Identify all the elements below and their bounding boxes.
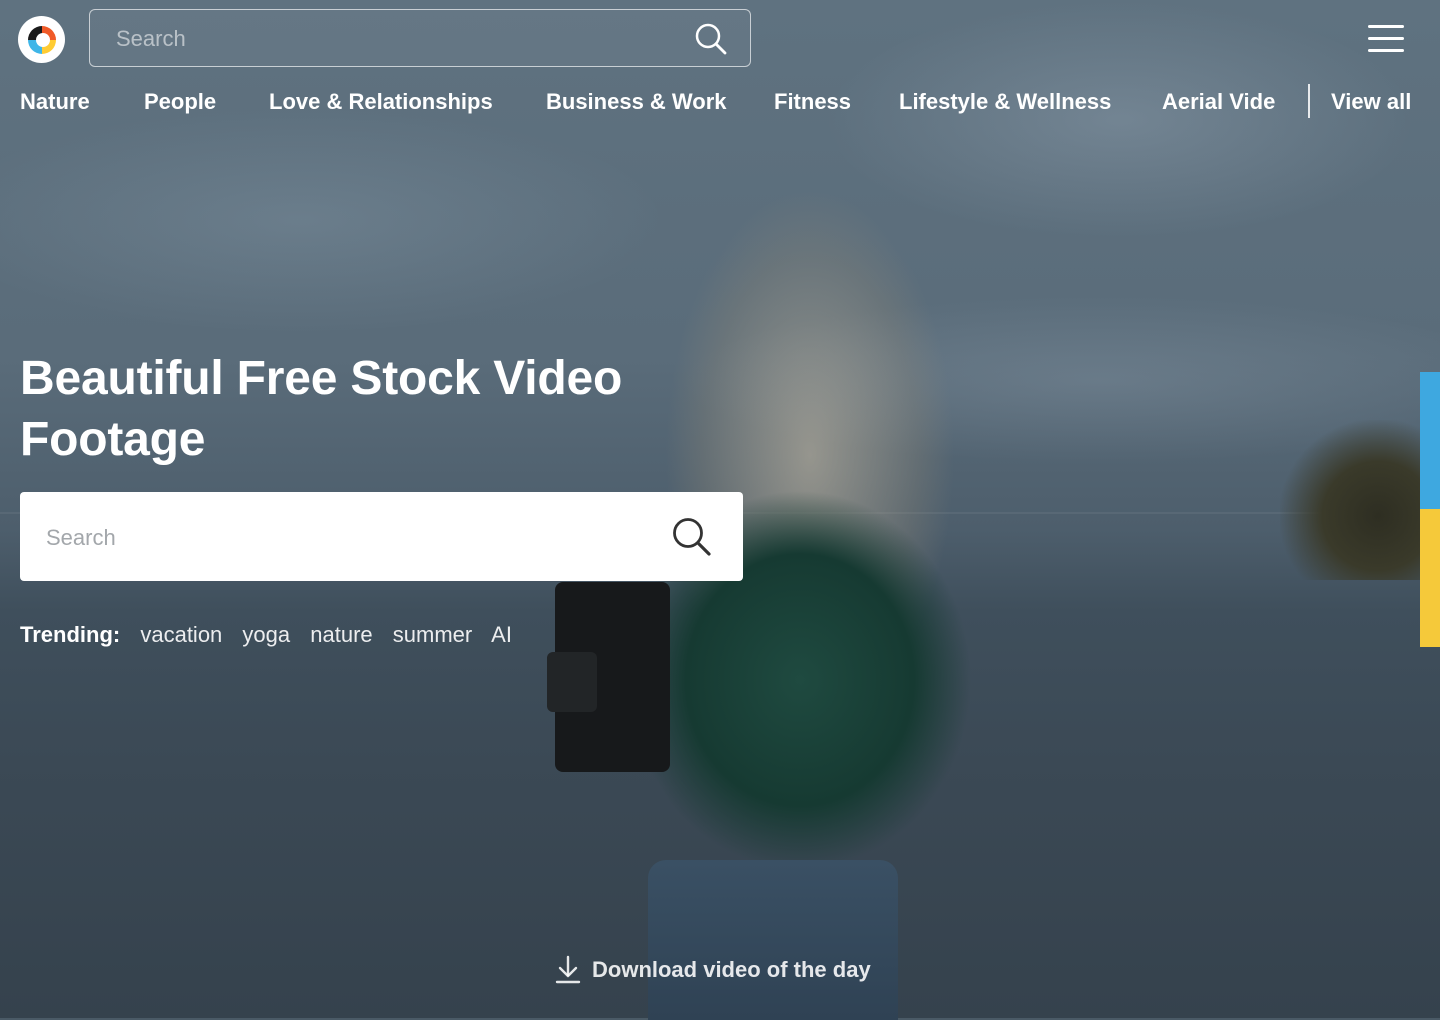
nav-item-people[interactable]: People bbox=[144, 89, 216, 115]
hero-search-input[interactable] bbox=[44, 518, 648, 558]
nav-item-nature[interactable]: Nature bbox=[20, 89, 90, 115]
person-jeans bbox=[648, 860, 898, 1020]
search-icon[interactable] bbox=[694, 22, 728, 56]
site-logo[interactable] bbox=[18, 16, 65, 63]
category-nav: Nature People Love & Relationships Busin… bbox=[0, 82, 1440, 122]
download-video-of-day-link[interactable]: Download video of the day bbox=[554, 955, 871, 985]
header-search-box bbox=[89, 9, 751, 67]
download-icon bbox=[555, 955, 581, 984]
trending-tags: Trending: vacation yoga nature summer AI bbox=[20, 622, 526, 648]
hero-search-box bbox=[20, 492, 743, 581]
camera-shape bbox=[547, 582, 670, 772]
nav-divider bbox=[1308, 84, 1310, 118]
trending-tag-nature[interactable]: nature bbox=[310, 622, 372, 647]
trending-tag-summer[interactable]: summer bbox=[393, 622, 472, 647]
trending-label: Trending: bbox=[20, 622, 121, 647]
trending-tag-ai[interactable]: AI bbox=[491, 622, 512, 647]
nav-view-all-link[interactable]: View all bbox=[1331, 89, 1411, 115]
hero-title: Beautiful Free Stock Video Footage bbox=[20, 352, 623, 466]
cliff-shape bbox=[1280, 420, 1420, 580]
side-tab-blue[interactable] bbox=[1420, 372, 1440, 509]
nav-item-aerial-video[interactable]: Aerial Vide bbox=[1162, 89, 1275, 115]
nav-item-fitness[interactable]: Fitness bbox=[774, 89, 851, 115]
trending-tag-vacation[interactable]: vacation bbox=[140, 622, 222, 647]
camera-logo-icon bbox=[27, 25, 56, 54]
nav-item-lifestyle-wellness[interactable]: Lifestyle & Wellness bbox=[899, 89, 1111, 115]
site-header: Nature People Love & Relationships Busin… bbox=[0, 0, 1440, 140]
header-search-input[interactable] bbox=[114, 20, 678, 58]
hamburger-menu-icon[interactable] bbox=[1366, 22, 1406, 56]
nav-item-business-work[interactable]: Business & Work bbox=[546, 89, 727, 115]
side-tab-yellow[interactable] bbox=[1420, 509, 1440, 647]
search-icon[interactable] bbox=[671, 516, 713, 558]
trending-tag-yoga[interactable]: yoga bbox=[242, 622, 290, 647]
nav-item-love-relationships[interactable]: Love & Relationships bbox=[269, 89, 493, 115]
download-label: Download video of the day bbox=[592, 957, 871, 982]
